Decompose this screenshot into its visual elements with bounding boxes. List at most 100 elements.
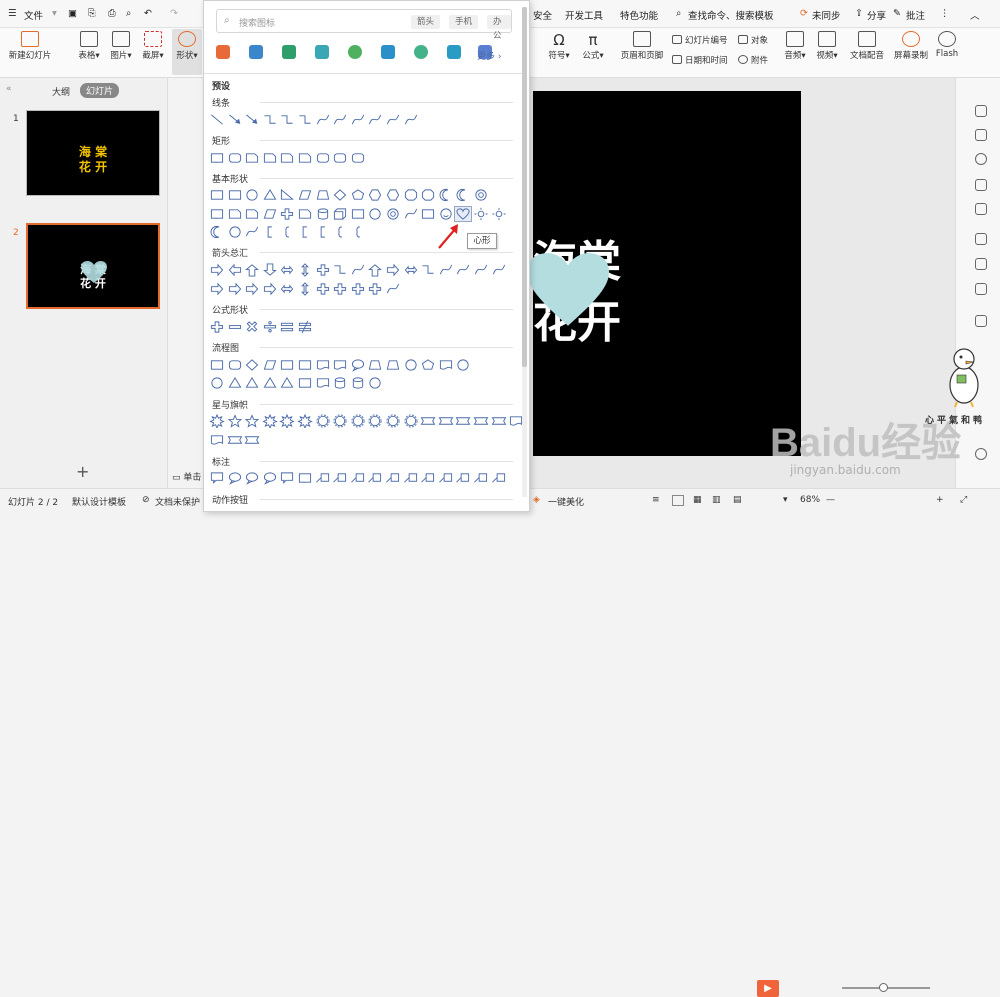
minus-shape-icon[interactable] [227, 320, 243, 334]
banner-shape-icon[interactable] [491, 414, 507, 428]
curve-shape-icon[interactable] [244, 225, 260, 239]
seal-shape-icon[interactable] [385, 414, 401, 428]
circle-shape-icon[interactable] [244, 188, 260, 202]
circle-shape-icon[interactable] [455, 358, 471, 372]
lcallout-shape-icon[interactable] [438, 471, 454, 485]
cross-shape-icon[interactable] [315, 282, 331, 296]
doc-shape-icon[interactable] [332, 358, 348, 372]
animation-icon[interactable] [975, 153, 987, 165]
slide-number-button[interactable]: 幻灯片编号 [672, 34, 728, 46]
moon-shape-icon[interactable] [209, 225, 225, 239]
comment-button[interactable]: 批注 [906, 8, 925, 22]
chevron-down-icon[interactable]: ▾ [52, 8, 57, 19]
tab-security[interactable]: 安全 [533, 8, 552, 22]
circle-shape-icon[interactable] [403, 358, 419, 372]
arrLR-shape-icon[interactable] [279, 282, 295, 296]
rrect-shape-icon[interactable] [350, 151, 366, 165]
trap-shape-icon[interactable] [315, 188, 331, 202]
screen-record-button[interactable]: 屏幕录制 [892, 31, 930, 61]
arrR-shape-icon[interactable] [262, 282, 278, 296]
settings-icon[interactable] [975, 258, 987, 270]
snip-shape-icon[interactable] [279, 151, 295, 165]
rect-shape-icon[interactable] [209, 207, 225, 221]
attachment-button[interactable]: 附件 [738, 54, 768, 66]
notes-hint[interactable]: ▭ 单击 [172, 470, 201, 483]
snip-shape-icon[interactable] [297, 151, 313, 165]
fit-window-icon[interactable]: ⤢ [960, 495, 967, 505]
seal-shape-icon[interactable] [315, 414, 331, 428]
export-icon[interactable]: ⎘ [88, 8, 96, 19]
rect-shape-icon[interactable] [209, 188, 225, 202]
lcallout-shape-icon[interactable] [403, 471, 419, 485]
doc-shape-icon[interactable] [315, 376, 331, 390]
tag-phone[interactable]: 手机 [449, 15, 479, 29]
para-shape-icon[interactable] [262, 358, 278, 372]
share-icon[interactable]: ⇪ [855, 8, 863, 19]
doc-shape-icon[interactable] [315, 358, 331, 372]
line-shape-icon[interactable] [209, 113, 225, 127]
curve-shape-icon[interactable] [315, 113, 331, 127]
sun-shape-icon[interactable] [473, 207, 489, 221]
play-button[interactable]: ▶ [757, 980, 779, 997]
rrect-shape-icon[interactable] [227, 358, 243, 372]
slide-thumbnail-2[interactable]: 海 棠 花 开 [26, 223, 160, 309]
divide-shape-icon[interactable] [262, 320, 278, 334]
star8-shape-icon[interactable] [297, 414, 313, 428]
adjust-icon[interactable] [975, 283, 987, 295]
hex-shape-icon[interactable] [385, 188, 401, 202]
heart-shape[interactable] [527, 253, 609, 329]
curve-shape-icon[interactable] [491, 263, 507, 277]
lcallout-shape-icon[interactable] [473, 471, 489, 485]
elbow-shape-icon[interactable] [332, 263, 348, 277]
hamburger-icon[interactable]: ☰ [8, 8, 17, 19]
cross-shape-icon[interactable] [350, 282, 366, 296]
brace-shape-icon[interactable] [279, 225, 295, 239]
lcallout-shape-icon[interactable] [315, 471, 331, 485]
help-icon[interactable] [975, 448, 987, 460]
brace-shape-icon[interactable] [350, 225, 366, 239]
add-slide-icon[interactable]: + [76, 462, 89, 481]
banner-shape-icon[interactable] [227, 433, 243, 447]
notes-icon[interactable]: ≡ [652, 495, 660, 505]
lcallout-shape-icon[interactable] [455, 471, 471, 485]
donut-shape-icon[interactable] [385, 207, 401, 221]
curve-shape-icon[interactable] [385, 282, 401, 296]
ocallout-shape-icon[interactable] [227, 471, 243, 485]
sync-status[interactable]: 未同步 [812, 8, 841, 22]
para-shape-icon[interactable] [262, 207, 278, 221]
star8-shape-icon[interactable] [279, 414, 296, 428]
arrUD-shape-icon[interactable] [297, 282, 313, 296]
star5-shape-icon[interactable] [227, 414, 243, 428]
rect-shape-icon[interactable] [350, 207, 366, 221]
banner-shape-icon[interactable] [438, 414, 454, 428]
curve-shape-icon[interactable] [455, 263, 471, 277]
icon-presentation[interactable] [381, 45, 395, 59]
can-shape-icon[interactable] [332, 376, 348, 390]
snip-shape-icon[interactable] [244, 151, 260, 165]
curve-shape-icon[interactable] [403, 113, 419, 127]
flash-button[interactable]: Flash [934, 31, 960, 59]
can-shape-icon[interactable] [315, 207, 331, 221]
header-footer-button[interactable]: 页眉和页脚 [618, 31, 666, 61]
icon-network[interactable] [348, 45, 362, 59]
cross-shape-icon[interactable] [332, 282, 348, 296]
cross-shape-icon[interactable] [315, 263, 331, 277]
icon-people[interactable] [249, 45, 263, 59]
lcallout-shape-icon[interactable] [367, 471, 383, 485]
trap-shape-icon[interactable] [367, 358, 383, 372]
diamond-shape-icon[interactable] [244, 358, 260, 372]
arrLR-shape-icon[interactable] [403, 263, 419, 277]
scrollbar-thumb[interactable] [522, 7, 527, 367]
audio-button[interactable]: 音频▾ [782, 31, 808, 61]
ocallout-shape-icon[interactable] [244, 471, 260, 485]
lcallout-shape-icon[interactable] [332, 471, 348, 485]
cross-shape-icon[interactable] [209, 320, 225, 334]
comment-icon[interactable]: ✎ [893, 8, 901, 19]
star5-shape-icon[interactable] [244, 414, 260, 428]
collapse-icon[interactable]: ︿ [970, 8, 980, 22]
search-icon[interactable]: ⌕ [676, 8, 681, 19]
tab-features[interactable]: 特色功能 [620, 8, 658, 22]
sorter-view-icon[interactable]: ▦ [693, 495, 702, 505]
arrR-shape-icon[interactable] [385, 263, 401, 277]
trap-shape-icon[interactable] [385, 358, 401, 372]
